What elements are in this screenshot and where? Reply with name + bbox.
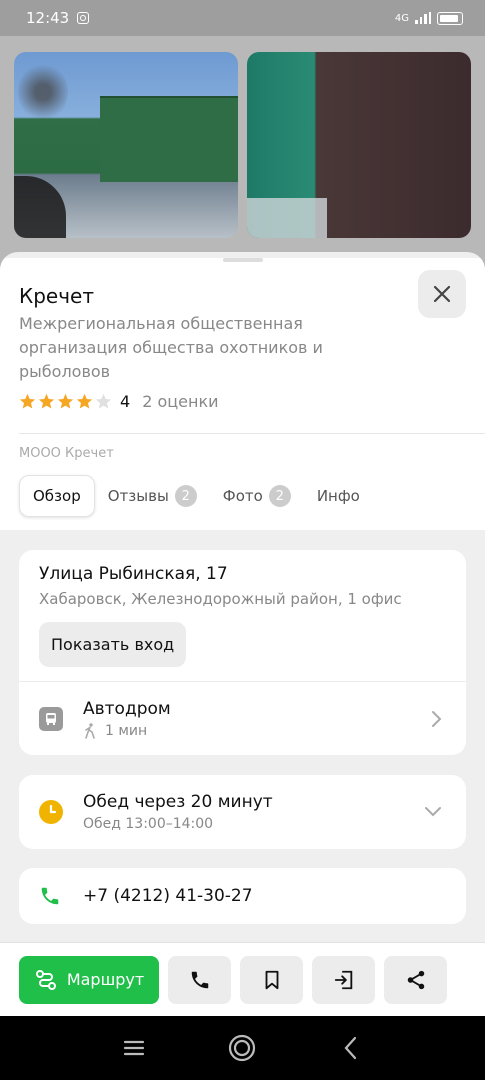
back-icon[interactable] [336, 1033, 366, 1063]
home-icon[interactable] [227, 1033, 257, 1063]
transit-stop-row[interactable]: Автодром 1 мин [19, 681, 466, 755]
star-filled-icon [57, 393, 74, 409]
route-button[interactable]: Маршрут [19, 955, 159, 1004]
phone-number: +7 (4212) 41-30-27 [83, 886, 253, 906]
sheet-header: Кречет Межрегиональная общественная орга… [0, 258, 485, 530]
photo-fence [100, 96, 238, 182]
place-subtitle: Межрегиональная общественная организация… [19, 314, 323, 381]
share-icon [407, 970, 424, 989]
place-photo-1[interactable] [14, 52, 238, 238]
clock-icon [39, 800, 63, 824]
menu-icon[interactable] [119, 1033, 149, 1063]
status-time: 12:43 [26, 9, 70, 27]
photo-floor [247, 198, 327, 238]
place-title: Кречет [19, 284, 94, 308]
network-label: 4G [394, 12, 409, 24]
hours-status: Обед через 20 минут [83, 792, 273, 812]
tab-label: Инфо [316, 487, 360, 505]
tabs: Обзор Отзывы 2 Фото 2 Инфо [19, 475, 466, 530]
status-bar: 12:43 4G [0, 0, 485, 36]
battery-icon [437, 11, 463, 25]
bookmark-button[interactable] [240, 955, 303, 1004]
chevron-down-icon [425, 807, 441, 817]
tab-info[interactable]: Инфо [304, 475, 373, 517]
chevron-right-icon [432, 711, 442, 727]
system-nav-bar [0, 1016, 485, 1080]
hours-card[interactable]: Обед через 20 минут Обед 13:00–14:00 [19, 775, 466, 849]
hours-detail: Обед 13:00–14:00 [83, 816, 214, 832]
photo-car-mirror [14, 176, 66, 238]
rating-stars [19, 393, 112, 410]
address-street[interactable]: Улица Рыбинская, 17 [39, 564, 446, 584]
signal-icon [415, 12, 431, 24]
address-card: Улица Рыбинская, 17 Хабаровск, Железнодо… [19, 550, 466, 755]
walk-icon [85, 722, 95, 739]
call-button[interactable] [168, 955, 231, 1004]
phone-card[interactable]: +7 (4212) 41-30-27 [19, 868, 466, 924]
star-filled-icon [38, 393, 55, 409]
place-card-sheet: Кречет Межрегиональная общественная орга… [0, 252, 485, 942]
place-photo-2[interactable] [247, 52, 471, 238]
phone-icon [41, 887, 59, 905]
rating-value: 4 [120, 392, 131, 411]
star-empty-icon [95, 393, 112, 409]
walk-time: 1 мин [105, 722, 148, 739]
rating-row[interactable]: 4 2 оценки [19, 392, 466, 411]
phone-icon [191, 971, 208, 988]
close-icon [433, 285, 451, 303]
drag-handle[interactable] [222, 258, 263, 262]
tab-label: Обзор [33, 487, 81, 505]
photo-tree [18, 62, 68, 122]
star-filled-icon [76, 393, 93, 409]
action-bar: Маршрут [0, 942, 485, 1016]
stop-name: Автодром [83, 698, 171, 719]
share-button[interactable] [384, 955, 447, 1004]
close-button[interactable] [418, 270, 466, 318]
tab-label: Фото [222, 487, 263, 505]
instagram-icon [77, 12, 90, 24]
address-district: Хабаровск, Железнодорожный район, 1 офис [39, 590, 402, 608]
tab-overview[interactable]: Обзор [19, 475, 95, 517]
route-label: Маршрут [66, 970, 145, 989]
rating-count: 2 оценки [142, 392, 219, 411]
tab-reviews[interactable]: Отзывы 2 [95, 475, 210, 517]
bus-icon [39, 706, 63, 731]
photos-count-badge: 2 [268, 485, 291, 507]
route-icon [35, 969, 56, 990]
org-name: МООО Кречет [19, 446, 114, 461]
star-filled-icon [19, 393, 36, 409]
bookmark-icon [265, 970, 278, 989]
divider [19, 433, 485, 434]
tab-photos[interactable]: Фото 2 [210, 475, 304, 517]
show-entrance-button[interactable]: Показать вход [39, 622, 187, 667]
reviews-count-badge: 2 [174, 485, 197, 507]
enter-button[interactable] [312, 955, 375, 1004]
entrance-icon [334, 970, 352, 989]
tab-label: Отзывы [107, 487, 169, 505]
